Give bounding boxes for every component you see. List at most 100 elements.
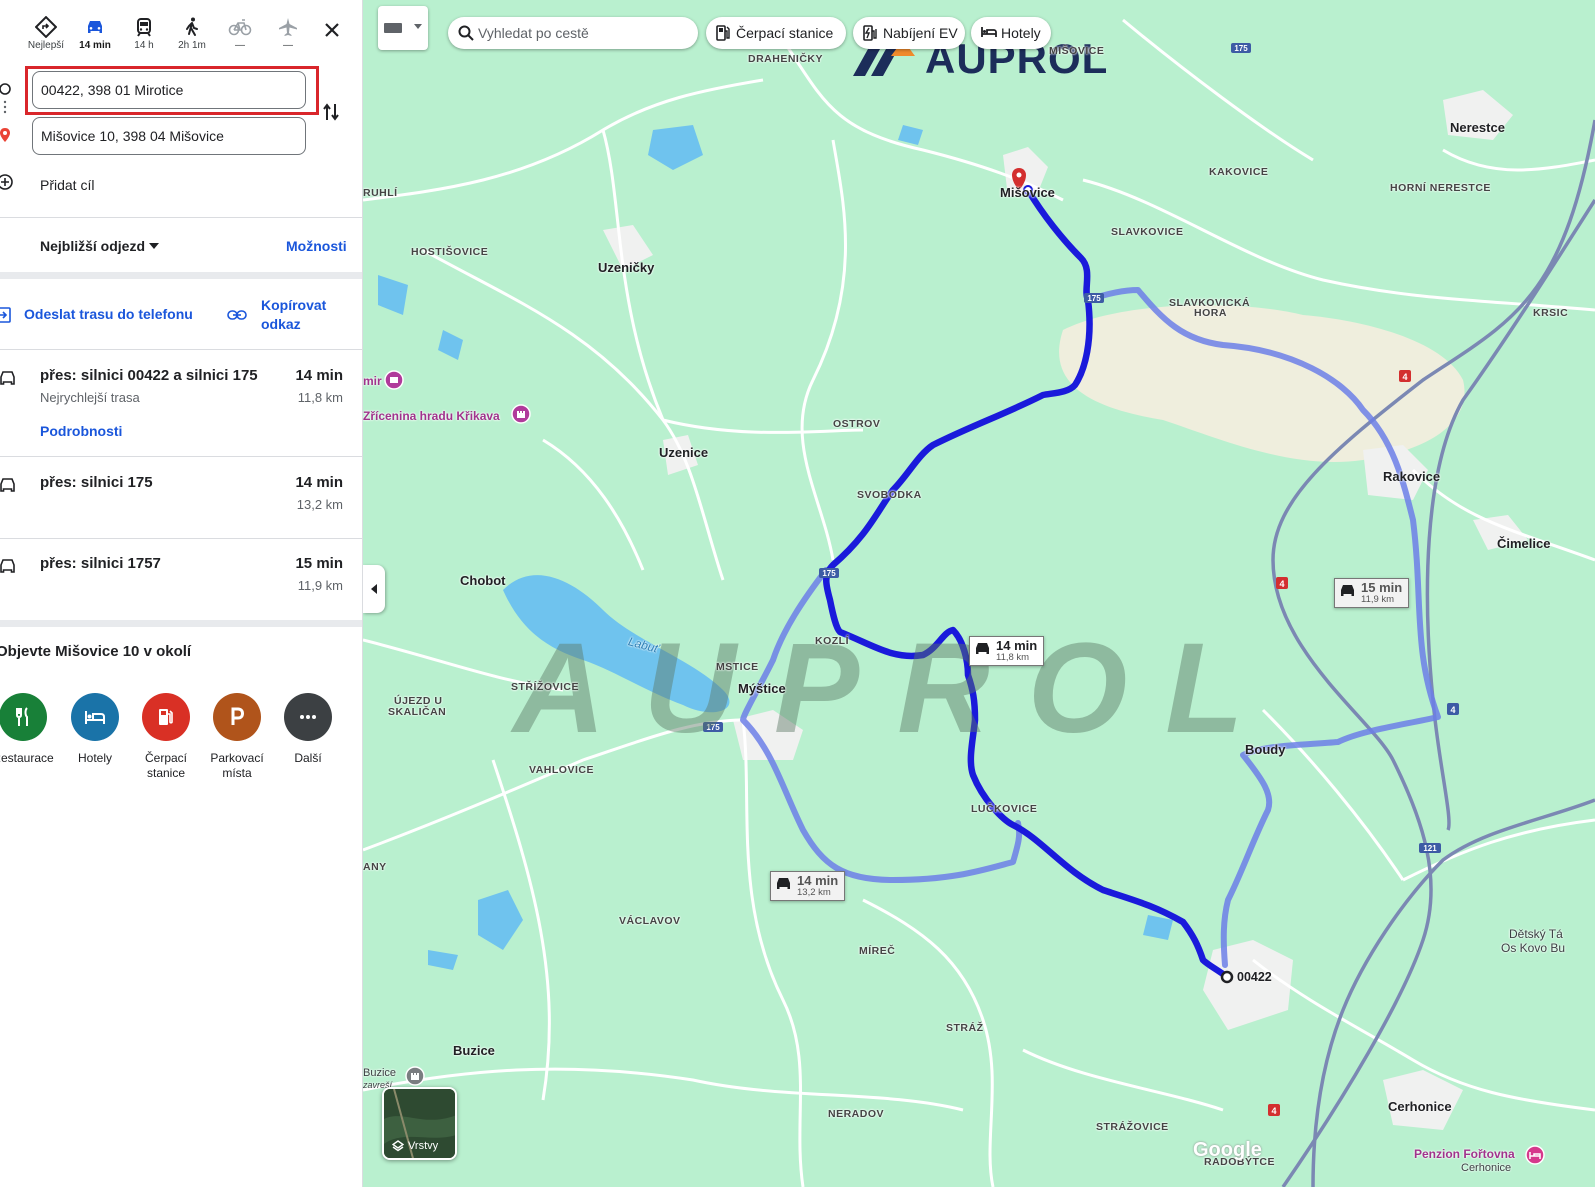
place-label[interactable]: NERADOV	[828, 1108, 884, 1120]
place-label[interactable]: MIŠOVICE	[1049, 45, 1104, 57]
category-gas-stations[interactable]: Čerpací stanice	[129, 693, 203, 781]
place-label[interactable]: Mýštice	[738, 681, 786, 696]
place-label[interactable]: Cerhonice	[1388, 1099, 1452, 1114]
send-to-phone-icon[interactable]	[0, 307, 12, 323]
swap-icon[interactable]	[322, 102, 340, 122]
travel-mode-bike[interactable]: —	[216, 10, 264, 51]
directions-panel: Nejlepší 14 min 14 h 2h 1m — — 00422, 39…	[0, 0, 363, 1187]
place-label[interactable]: VÁCLAVOV	[619, 915, 681, 927]
place-label[interactable]: SKALIČAN	[388, 706, 446, 718]
place-label[interactable]: Nerestce	[1450, 120, 1505, 135]
travel-mode-flight[interactable]: —	[264, 10, 312, 51]
place-label[interactable]: STRÁŽ	[946, 1022, 984, 1034]
travel-mode-label: 14 min	[79, 40, 111, 51]
chip-ev-charging[interactable]: Nabíjení EV	[853, 17, 965, 49]
place-label[interactable]: ANY	[363, 861, 387, 873]
poi-label[interactable]: mir	[363, 374, 382, 388]
layers-button[interactable]: Vrstvy	[382, 1087, 457, 1160]
castle-ruin-icon[interactable]	[511, 404, 531, 424]
route-label-distance: 13,2 km	[797, 887, 831, 898]
route-duration-label-alt[interactable]: 15 min 11,9 km	[1334, 578, 1410, 608]
place-label[interactable]: LUČKOVICE	[971, 803, 1037, 815]
departure-time-select[interactable]: Nejbližší odjezd	[40, 238, 145, 254]
travel-mode-label: Nejlepší	[27, 40, 65, 51]
travel-mode-transit[interactable]: 14 h	[120, 10, 168, 51]
place-label[interactable]: HOSTIŠOVICE	[411, 246, 488, 258]
place-label[interactable]: Buzice	[453, 1043, 495, 1058]
place-label[interactable]: KRSIC	[1533, 307, 1568, 319]
place-label[interactable]: Čimelice	[1497, 536, 1550, 551]
keyboard-toggle-button[interactable]	[378, 6, 428, 50]
place-label-origin[interactable]: 00422	[1237, 970, 1272, 984]
place-label[interactable]: SVOBODKA	[857, 489, 922, 501]
category-more[interactable]: Další	[271, 693, 345, 766]
chip-hotels[interactable]: Hotely	[971, 17, 1051, 49]
route-title: přes: silnici 00422 a silnici 175	[40, 367, 258, 384]
place-label[interactable]: Cerhonice	[1461, 1162, 1511, 1174]
route-option-3[interactable]: přes: silnici 1757 15 min 11,9 km	[0, 555, 362, 605]
link-icon[interactable]	[227, 309, 247, 321]
travel-mode-best[interactable]: Nejlepší	[22, 10, 70, 51]
place-label[interactable]: OSTROV	[833, 418, 880, 430]
place-label[interactable]: Buzice	[363, 1067, 396, 1079]
place-label[interactable]: HORA	[1194, 307, 1227, 319]
place-label[interactable]: STŘÍŽOVICE	[511, 681, 579, 693]
road-shield: 175	[1231, 43, 1251, 53]
place-label[interactable]: Uzenice	[659, 445, 708, 460]
place-label[interactable]: Boudy	[1245, 742, 1285, 757]
category-hotels[interactable]: Hotely	[58, 693, 132, 766]
route-duration-label-primary[interactable]: 14 min 11,8 km	[969, 636, 1045, 666]
google-logo: Google	[1193, 1139, 1262, 1161]
route-option-1[interactable]: přes: silnici 00422 a silnici 175 14 min…	[0, 367, 362, 447]
place-label[interactable]: MSTICE	[716, 661, 759, 673]
place-label[interactable]: VAHLOVICE	[529, 764, 594, 776]
add-destination-label: Přidat cíl	[40, 177, 95, 193]
place-label[interactable]: STRÁŽOVICE	[1096, 1121, 1169, 1133]
map-canvas[interactable]: 175 175 175 175 4 4 4 4 121 AUPROL AUPRO…	[363, 0, 1595, 1187]
options-link[interactable]: Možnosti	[286, 238, 347, 254]
place-label[interactable]: SLAVKOVICE	[1111, 226, 1183, 238]
place-label[interactable]: DRAHENIČKY	[748, 53, 823, 65]
route-details-link[interactable]: Podrobnosti	[40, 423, 122, 439]
category-parking[interactable]: Parkovací místa	[200, 693, 274, 781]
place-label[interactable]: RUHLÍ	[363, 187, 398, 199]
poi-label[interactable]: Penzion Fořtovna	[1414, 1147, 1515, 1161]
place-label[interactable]: Rakovice	[1383, 469, 1440, 484]
route-duration-label-alt[interactable]: 14 min 13,2 km	[770, 871, 846, 901]
urban-areas	[603, 90, 1528, 1130]
travel-mode-walk[interactable]: 2h 1m	[168, 10, 216, 51]
ev-charging-icon	[863, 25, 877, 41]
destination-pin-icon	[0, 128, 10, 142]
place-label[interactable]: Chobot	[460, 573, 505, 588]
route-distance: 11,9 km	[297, 578, 343, 593]
search-along-route-input[interactable]: Vyhledat po cestě	[448, 17, 698, 49]
copy-link-button[interactable]: Kopírovat odkaz	[261, 296, 326, 334]
poi-label[interactable]: Dětský Tá	[1509, 927, 1563, 941]
chip-gas-stations[interactable]: Čerpací stanice	[706, 17, 846, 49]
route-option-2[interactable]: přes: silnici 175 14 min 13,2 km	[0, 474, 362, 524]
place-label[interactable]: MÍREČ	[859, 945, 895, 957]
hotel-poi-icon[interactable]	[1525, 1145, 1545, 1165]
close-icon[interactable]	[320, 18, 344, 42]
place-label[interactable]: KAKOVICE	[1209, 166, 1268, 178]
add-destination-button[interactable]: Přidat cíl	[0, 174, 300, 198]
category-circle	[142, 693, 190, 741]
poi-label[interactable]: Zřícenina hradu Křikava	[363, 409, 500, 423]
send-to-phone-link[interactable]: Odeslat trasu do telefonu	[24, 306, 193, 322]
castle-icon[interactable]	[405, 1066, 425, 1086]
place-label[interactable]: Uzeničky	[598, 260, 654, 275]
museum-icon[interactable]	[384, 370, 404, 390]
poi-label[interactable]: Os Kovo Bu	[1501, 941, 1565, 955]
collapse-panel-button[interactable]	[363, 565, 385, 613]
category-restaurants[interactable]: Restaurace	[0, 693, 60, 766]
place-label-destination[interactable]: Mišovice	[1000, 185, 1055, 200]
map-drawing: 175 175 175 175 4 4 4 4 121	[363, 18, 1595, 1187]
place-label[interactable]: HORNÍ NERESTCE	[1390, 182, 1491, 194]
place-label[interactable]: KOZLÍ	[815, 635, 849, 647]
category-label-line1: Čerpací	[144, 751, 188, 765]
destination-input[interactable]: Mišovice 10, 398 04 Mišovice	[32, 117, 306, 155]
travel-mode-car[interactable]: 14 min	[71, 10, 119, 51]
road-shield-label: 4	[1450, 705, 1455, 715]
dropdown-arrow-icon[interactable]	[149, 243, 159, 249]
add-circle-icon	[0, 174, 13, 190]
